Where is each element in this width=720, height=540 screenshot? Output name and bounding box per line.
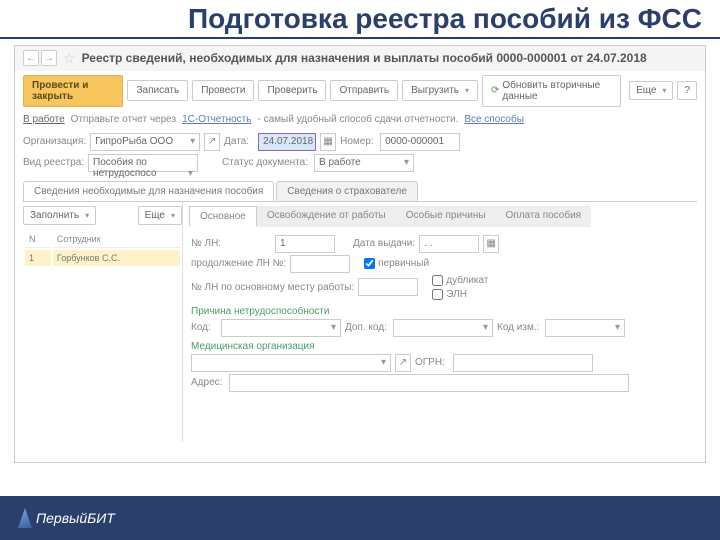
cont-ln-input[interactable] [290,255,350,273]
org-label: Организация: [23,136,86,147]
more-button[interactable]: Еще [629,81,673,100]
date-label: Дата: [224,136,254,147]
org-input[interactable]: ГипроРыба ООО [90,133,200,151]
addr-input[interactable] [229,374,629,392]
send-button[interactable]: Отправить [330,80,398,101]
nav-back-button[interactable]: ← [23,50,39,66]
app-window: ← → ☆ Реестр сведений, необходимых для н… [14,45,706,463]
hint-text: Отправьте отчет через [71,114,176,125]
detail-form: № ЛН: 1 Дата выдачи: . . ▦ продолжение Л… [189,227,697,400]
slide-title: Подготовка реестра пособий из ФСС [0,0,720,39]
logo-icon [18,508,32,528]
subtab-release[interactable]: Освобождение от работы [257,206,396,227]
help-button[interactable]: ? [677,81,697,100]
ogrn-label: ОГРН: [415,357,449,368]
status-info-row: В работе Отправьте отчет через 1С-Отчетн… [15,111,705,128]
table-row[interactable]: 1Горбунков С.С. [25,250,180,266]
post-button[interactable]: Провести [192,80,254,101]
reason-section-head: Причина нетрудоспособности [191,306,695,317]
subtab-payment[interactable]: Оплата пособия [496,206,592,227]
medorg-input[interactable] [191,354,391,372]
employee-pane: Заполнить Еще NСотрудник 1Горбунков С.С. [23,202,183,442]
hint-suffix: - самый удобный способ сдачи отчетности. [257,114,458,125]
refresh-icon: ⟳ [491,85,499,96]
favorite-star-icon[interactable]: ☆ [63,50,76,67]
ln-no-label: № ЛН: [191,238,271,249]
tab-insurer-info[interactable]: Сведения о страхователе [276,181,418,201]
main-ln-input[interactable] [358,278,418,296]
kind-label: Вид реестра: [23,157,84,168]
doc-status-input[interactable]: В работе [314,154,414,172]
all-ways-link[interactable]: Все способы [464,114,524,125]
export-button[interactable]: Выгрузить [402,80,478,101]
code-label: Код: [191,322,217,333]
detail-pane: Основное Освобождение от работы Особые п… [183,202,697,442]
num-input[interactable]: 0000-000001 [380,133,460,151]
chgcode-label: Код изм.: [497,322,541,333]
reporting-link[interactable]: 1С-Отчетность [182,114,251,125]
detail-subtabs: Основное Освобождение от работы Особые п… [189,206,697,227]
window-title: Реестр сведений, необходимых для назначе… [82,51,647,65]
fill-button[interactable]: Заполнить [23,206,96,225]
main-ln-label: № ЛН по основному месту работы: [191,282,354,293]
chk-eln[interactable]: ЭЛН [432,289,488,300]
status-link[interactable]: В работе [23,114,65,125]
issue-calendar-icon[interactable]: ▦ [483,235,499,253]
addr-label: Адрес: [191,377,225,388]
employee-table: NСотрудник 1Горбунков С.С. [23,229,182,268]
left-more-button[interactable]: Еще [138,206,182,225]
chgcode-input[interactable] [545,319,625,337]
calendar-icon[interactable]: ▦ [320,133,336,151]
subtab-special[interactable]: Особые причины [396,206,496,227]
tab-benefit-info[interactable]: Сведения необходимые для назначения посо… [23,181,274,201]
org-open-button[interactable]: ↗ [204,133,220,151]
brand-logo: ПервыйБИТ [18,508,115,528]
chk-primary[interactable]: первичный [364,258,429,269]
post-close-button[interactable]: Провести и закрыть [23,75,123,107]
issue-date-input[interactable]: . . [419,235,479,253]
ln-no-input[interactable]: 1 [275,235,335,253]
write-button[interactable]: Записать [127,80,188,101]
medorg-section-head: Медицинская организация [191,341,695,352]
col-employee: Сотрудник [53,231,180,248]
nav-fwd-button[interactable]: → [41,50,57,66]
cont-ln-label: продолжение ЛН №: [191,258,286,269]
chk-duplicate[interactable]: дубликат [432,275,488,286]
brand-name: ПервыйБИТ [36,510,115,526]
window-header: ← → ☆ Реестр сведений, необходимых для н… [15,46,705,71]
content-split: Заполнить Еще NСотрудник 1Горбунков С.С.… [23,202,697,442]
medorg-open-button[interactable]: ↗ [395,354,411,372]
date-input[interactable]: 24.07.2018 [258,133,316,151]
doc-status-label: Статус документа: [222,157,310,168]
main-toolbar: Провести и закрыть Записать Провести Про… [15,71,705,111]
header-form: Организация: ГипроРыба ООО ↗ Дата: 24.07… [15,128,705,177]
issue-date-label: Дата выдачи: [353,238,415,249]
subtab-main[interactable]: Основное [189,206,257,227]
num-label: Номер: [340,136,376,147]
check-button[interactable]: Проверить [258,80,326,101]
addcode-label: Доп. код: [345,322,389,333]
addcode-input[interactable] [393,319,493,337]
col-n: N [25,231,51,248]
code-input[interactable] [221,319,341,337]
footer-bar: ПервыйБИТ [0,496,720,540]
refresh-button[interactable]: ⟳Обновить вторичные данные [482,75,621,107]
kind-input[interactable]: Пособия по нетрудоспосо [88,154,198,172]
ogrn-input[interactable] [453,354,593,372]
main-tabs: Сведения необходимые для назначения посо… [23,181,697,202]
